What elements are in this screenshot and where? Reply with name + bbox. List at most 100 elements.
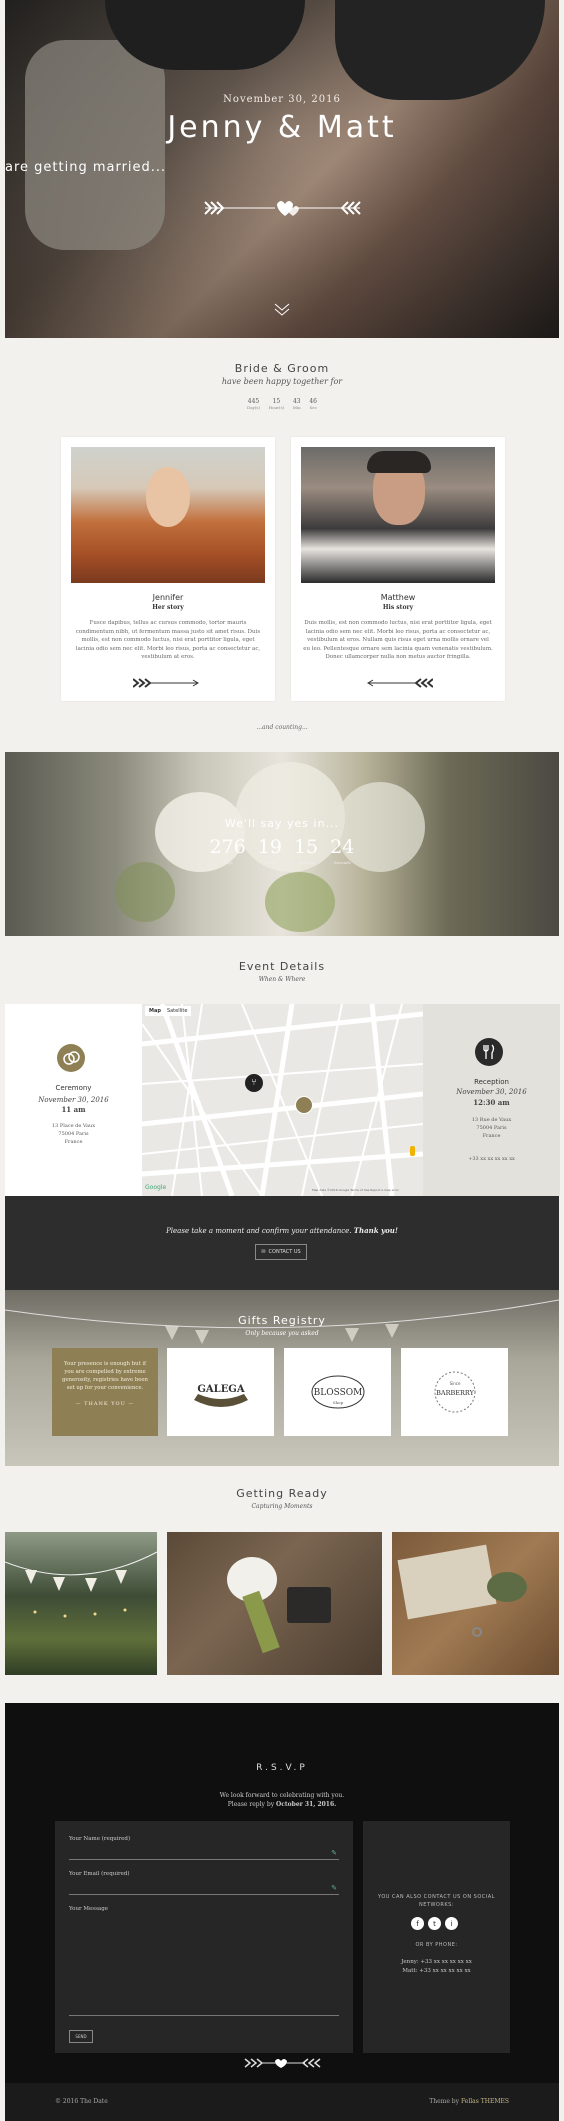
- social-contact-text: YOU CAN ALSO CONTACT US ON SOCIAL NETWOR…: [378, 1894, 495, 1908]
- couple-names: Jenny & Matt: [167, 110, 397, 145]
- gift-barberry[interactable]: Since BARBERRY: [401, 1348, 508, 1436]
- events-row: Ceremony November 30, 2016 11 am 13 Plac…: [5, 1004, 560, 1196]
- bride-groom-subtitle: have been happy together for: [221, 377, 343, 386]
- mail-icon: ✉: [261, 1249, 266, 1255]
- name-field[interactable]: Your Name (required) ✎: [69, 1836, 339, 1860]
- send-button[interactable]: SEND: [69, 2030, 93, 2043]
- theme-author-link[interactable]: Fellas THEMES: [461, 2098, 509, 2105]
- ceremony-pin[interactable]: [295, 1096, 313, 1114]
- ceremony-time: 11 am: [61, 1105, 86, 1114]
- confirm-text: Please take a moment and confirm your at…: [166, 1226, 398, 1235]
- rings-icon: [57, 1044, 85, 1072]
- phone-matt: Matt: +33 xx xx xx xx xx: [402, 1968, 471, 1974]
- instagram-icon[interactable]: i: [445, 1917, 458, 1930]
- email-label: Your Email (required): [69, 1871, 130, 1877]
- ceremony-date: November 30, 2016: [38, 1096, 109, 1104]
- thank-you-link[interactable]: — THANK YOU —: [60, 1400, 150, 1408]
- map-tab-map[interactable]: Map: [149, 1008, 161, 1014]
- event-details-title: Event Details: [238, 960, 326, 973]
- countdown-title: We'll say yes in...: [224, 817, 340, 830]
- countdown-days: 276 Days: [209, 836, 246, 865]
- groom-role: His story: [382, 604, 414, 611]
- footer: © 2016 The Date Theme by Fellas THEMES: [5, 2083, 559, 2121]
- map-streets: [142, 1004, 423, 1196]
- email-field[interactable]: Your Email (required) ✎: [69, 1871, 339, 1895]
- getting-ready-subtitle: Capturing Moments: [251, 1503, 313, 1510]
- arrow-left-icon: [367, 678, 433, 688]
- gifts-subtitle: Only because you asked: [245, 1330, 319, 1337]
- map-pegman-icon[interactable]: [410, 1146, 415, 1156]
- gallery-photo-garden[interactable]: [5, 1532, 157, 1675]
- hero-tagline: are getting married...: [5, 160, 167, 175]
- ceremony-title: Ceremony: [55, 1084, 92, 1092]
- and-counting-text: ...and counting...: [256, 724, 308, 731]
- gift-galega[interactable]: GALEGA: [167, 1348, 274, 1436]
- map-footer: Map data ©2016 Google Terms of Use Repor…: [312, 1188, 399, 1192]
- gallery-photo-bouquet[interactable]: [167, 1532, 382, 1675]
- gifts-section: Gifts Registry Only because you asked Yo…: [5, 1290, 559, 1466]
- footer-copyright: © 2016 The Date: [55, 2098, 108, 2105]
- counter-minutes: 43 Min: [292, 398, 301, 410]
- reception-pin[interactable]: ⑂: [245, 1074, 263, 1092]
- contact-us-button[interactable]: ✉ CONTACT US: [255, 1244, 307, 1260]
- countdown-hours: 19 Hours: [257, 836, 283, 865]
- name-label: Your Name (required): [69, 1836, 131, 1842]
- reception-phone: +33 xx xx xx xx xx: [468, 1156, 515, 1162]
- countdown-minutes: 15 Minutes: [294, 836, 319, 865]
- counter-hours: 15 Hour(s): [268, 398, 285, 410]
- wedding-date: November 30, 2016: [223, 94, 341, 105]
- groom-name: Matthew: [380, 593, 416, 602]
- gallery-photo-scissors[interactable]: [392, 1532, 559, 1675]
- rsvp-title: R.S.V.P: [256, 1763, 308, 1773]
- reception-date: November 30, 2016: [456, 1088, 527, 1096]
- bride-groom-title: Bride & Groom: [234, 362, 330, 375]
- rsvp-line-1: We look forward to celebrating with you.: [219, 1792, 345, 1799]
- arrow-right-icon: [133, 678, 199, 688]
- rsvp-form: Your Name (required) ✎ Your Email (requi…: [55, 1821, 353, 2053]
- facebook-icon[interactable]: f: [411, 1917, 424, 1930]
- map-type-tabs[interactable]: Map Satellite: [145, 1006, 192, 1016]
- rsvp-contact-panel: YOU CAN ALSO CONTACT US ON SOCIAL NETWOR…: [363, 1821, 510, 2053]
- map-tab-satellite[interactable]: Satellite: [167, 1008, 187, 1014]
- twitter-icon[interactable]: t: [428, 1917, 441, 1930]
- rsvp-section: R.S.V.P We look forward to celebrating w…: [5, 1703, 559, 2083]
- reception-title: Reception: [474, 1078, 509, 1086]
- bride-photo: [71, 447, 265, 583]
- confirm-section: Please take a moment and confirm your at…: [5, 1196, 559, 1290]
- svg-text:Shop: Shop: [332, 1400, 343, 1405]
- hearts-arrow-icon: [244, 2058, 321, 2068]
- hearts-arrow-icon: [204, 201, 361, 216]
- scroll-down-icon[interactable]: [273, 300, 291, 318]
- gift-blossom[interactable]: BLOSSOM Shop: [284, 1348, 391, 1436]
- groom-story: Duis mollis, est non commodo luctus, nis…: [303, 620, 493, 660]
- svg-text:GALEGA: GALEGA: [197, 1384, 244, 1395]
- gifts-intro: Your presence is enough but if you are c…: [52, 1348, 158, 1436]
- svg-text:BLOSSOM: BLOSSOM: [313, 1388, 362, 1398]
- svg-text:BARBERRY: BARBERRY: [436, 1389, 474, 1397]
- countdown-section: We'll say yes in... 276 Days 19 Hours 15 Mi…: [5, 752, 559, 936]
- phone-list: Jenny: +33 xx xx xx xx xx Matt: +33 xx x…: [363, 1958, 510, 1976]
- countdown-seconds: 24 Seconds: [330, 836, 355, 865]
- pencil-icon: ✎: [331, 1884, 337, 1892]
- barberry-logo: Since BARBERRY: [434, 1371, 475, 1413]
- phone-jenny: Jenny: +33 xx xx xx xx xx: [401, 1959, 472, 1965]
- counter-days: 445 Day(s): [247, 398, 261, 410]
- gifts-title: Gifts Registry: [238, 1314, 326, 1327]
- getting-ready-title: Getting Ready: [236, 1487, 328, 1500]
- reception-address: 13 Rue de Vaux 75004 Paris France: [471, 1117, 512, 1139]
- svg-text:Since: Since: [449, 1381, 460, 1386]
- garden-bunting: [5, 1551, 157, 1618]
- hero-section: November 30, 2016 Jenny & Matt are getti…: [5, 0, 559, 338]
- google-logo: Google: [145, 1184, 167, 1191]
- cutlery-icon: [475, 1038, 503, 1066]
- message-field[interactable]: Your Message: [69, 1906, 339, 2016]
- galega-logo: GALEGA: [193, 1384, 248, 1407]
- countdown-values: 276 Days 19 Hours 15 Minutes 24 Seconds: [5, 836, 559, 865]
- by-phone-label: OR BY PHONE:: [415, 1942, 458, 1948]
- groom-card: Matthew His story Duis mollis, est non c…: [291, 437, 505, 701]
- blossom-logo: BLOSSOM Shop: [311, 1375, 364, 1409]
- ceremony-address: 13 Place de Vaux 75004 Paris France: [51, 1123, 96, 1145]
- together-counter: 445 Day(s) 15 Hour(s) 43 Min 46 Sec: [247, 398, 317, 410]
- rsvp-line-2: Please reply by October 31, 2016.: [227, 1801, 337, 1808]
- event-map[interactable]: Map Satellite ⑂ Google Map data ©2016 Go…: [142, 1004, 423, 1196]
